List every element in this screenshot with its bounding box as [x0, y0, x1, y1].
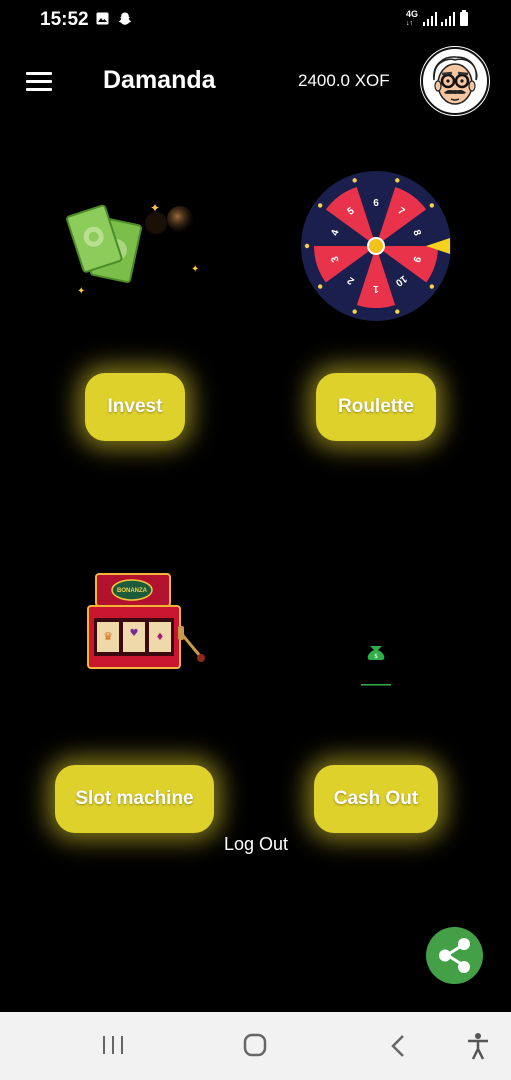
app-bar: Damanda 2400.0 XOF — [0, 44, 511, 118]
slot-machine-image[interactable]: BONANZA ♛ ♥ ♦ — [75, 570, 210, 673]
wheel-number: 1 — [373, 283, 379, 294]
wheel-light — [429, 284, 435, 289]
menu-button[interactable] — [26, 72, 54, 92]
wheel-number: 6 — [373, 198, 379, 209]
svg-text:♛: ♛ — [103, 630, 113, 643]
share-button[interactable] — [426, 927, 483, 984]
balance-display: 2400.0 XOF — [298, 71, 390, 90]
wheel-light — [352, 178, 357, 183]
share-icon — [439, 938, 470, 973]
wheel-light — [352, 309, 357, 314]
wheel-light — [304, 243, 310, 249]
invest-button[interactable]: Invest — [85, 373, 185, 441]
slot-machine-button[interactable]: Slot machine — [55, 765, 214, 833]
svg-text:$: $ — [374, 653, 378, 660]
battery-icon — [460, 10, 468, 26]
snapchat-icon — [118, 12, 132, 25]
svg-text:✦: ✦ — [150, 201, 160, 215]
roulette-wheel-icon: 78910123456 — [301, 171, 451, 321]
signal-icon-2 — [441, 12, 455, 26]
app-title: Damanda — [103, 66, 216, 94]
cash-out-image[interactable]: $ — [358, 640, 394, 690]
avatar[interactable] — [420, 46, 490, 116]
wheel-light — [317, 203, 323, 208]
invest-image[interactable]: ✦ ✦ ✦ — [60, 190, 210, 300]
cash-out-button[interactable]: Cash Out — [314, 765, 438, 833]
money-bag-icon: $ — [361, 646, 391, 686]
slot-sign-text: BONANZA — [117, 588, 148, 594]
status-time: 15:52 — [40, 9, 89, 30]
svg-text:✦: ✦ — [191, 264, 199, 275]
system-nav-bar — [0, 1012, 511, 1080]
status-bar: 15:52 4G ↓↑ — [0, 0, 511, 40]
wheel-light — [317, 284, 323, 289]
signal-icon — [423, 12, 437, 26]
svg-text:♦: ♦ — [156, 632, 165, 643]
wheel-light — [395, 178, 400, 183]
home-icon[interactable] — [243, 1033, 267, 1057]
accessibility-icon[interactable] — [466, 1032, 490, 1060]
network-type: 4G ↓↑ — [406, 9, 419, 28]
recents-icon[interactable] — [102, 1034, 124, 1056]
logout-link[interactable]: Log Out — [224, 834, 288, 855]
svg-text:♥: ♥ — [130, 628, 139, 639]
back-icon[interactable] — [390, 1034, 406, 1058]
roulette-wheel-image[interactable]: 7 8 9 10 1 2 3 4 5 6 — [300, 170, 452, 322]
svg-text:✦: ✦ — [77, 286, 85, 297]
wheel-light — [395, 309, 400, 314]
roulette-button[interactable]: Roulette — [316, 373, 436, 441]
slot-machine-icon: BONANZA ♛ ♥ ♦ — [75, 573, 205, 673]
avatar-icon — [421, 47, 489, 115]
gallery-icon — [96, 12, 109, 25]
wheel-light — [429, 203, 435, 208]
money-icon: ✦ ✦ ✦ — [66, 201, 199, 297]
